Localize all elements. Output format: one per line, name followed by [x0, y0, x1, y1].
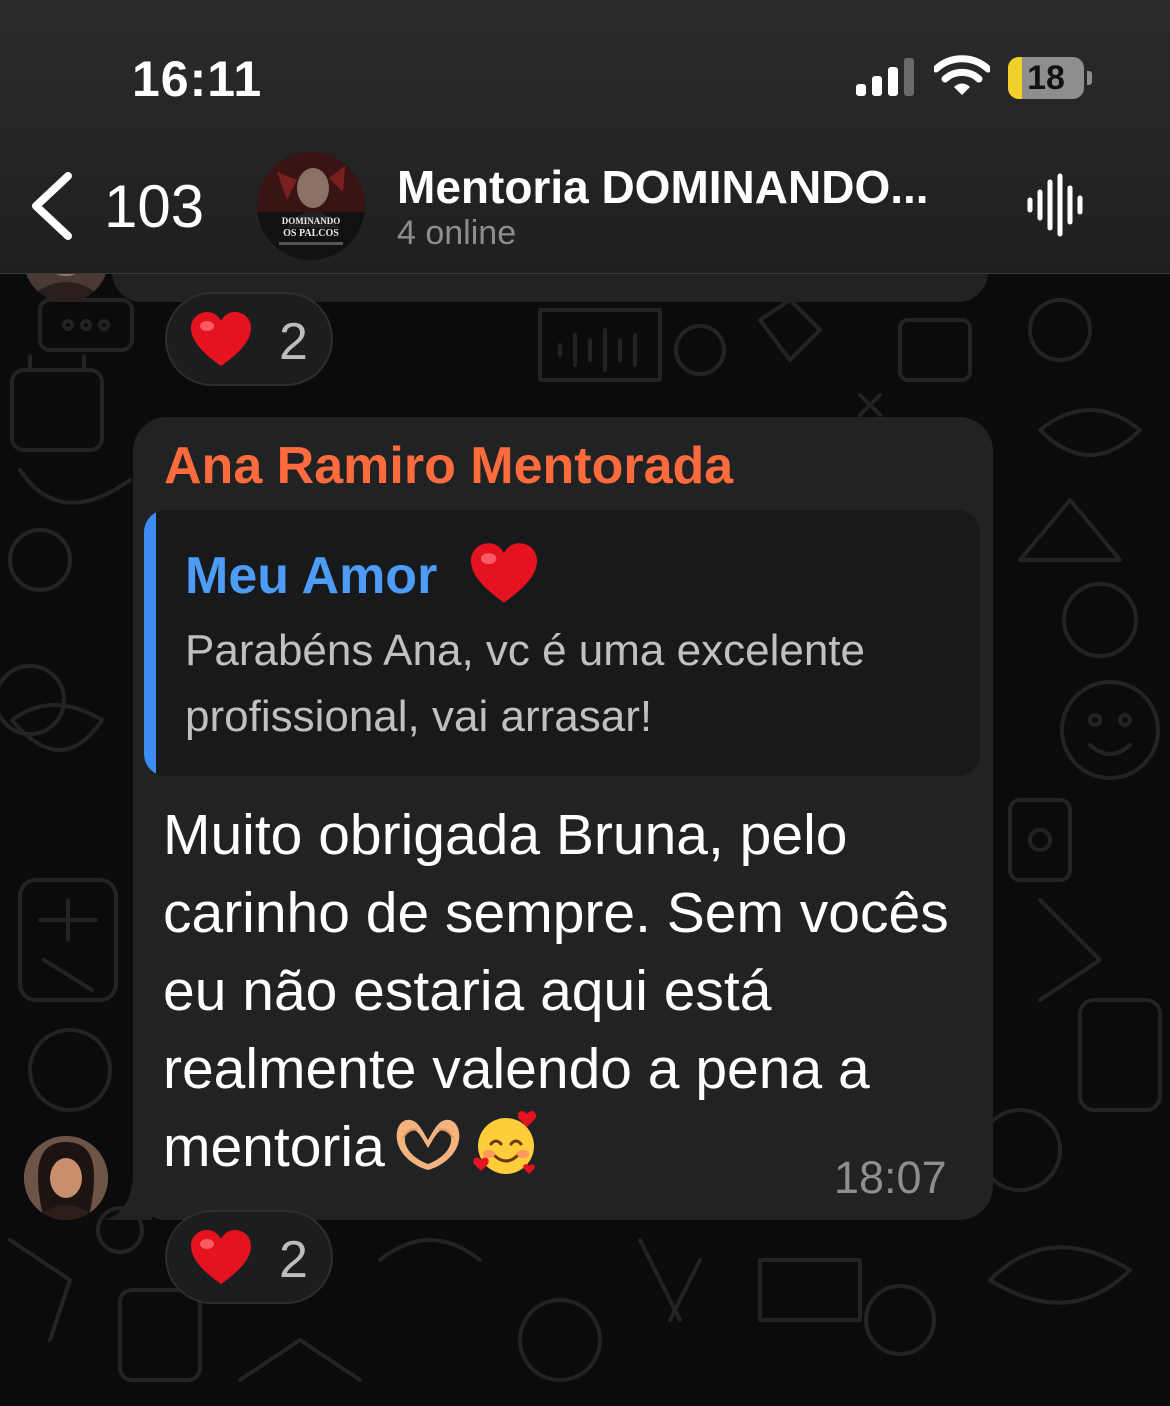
message-timestamp: 18:07	[834, 1152, 947, 1203]
heart-hands-emoji-icon	[396, 1119, 460, 1170]
reaction-count: 2	[279, 313, 308, 371]
unread-count: 103	[104, 173, 205, 240]
group-avatar[interactable]: DOMINANDO OS PALCOS	[257, 152, 365, 260]
avatar-text-line1: DOMINANDO	[282, 216, 341, 226]
previous-message-reaction[interactable]: 2	[165, 292, 333, 386]
heart-emoji-icon	[471, 543, 537, 603]
reply-quote[interactable]: Meu Amor Parabéns Ana, vc é uma excelent…	[144, 510, 980, 776]
group-title[interactable]: Mentoria DOMINANDO...	[397, 160, 929, 214]
battery-level: 18	[1027, 59, 1065, 97]
cellular-signal-icon	[856, 58, 914, 96]
sender-name[interactable]: Ana Ramiro Mentorada	[164, 436, 733, 496]
status-time: 16:11	[132, 51, 263, 107]
voice-chat-icon[interactable]	[1024, 172, 1088, 238]
reply-author-name: Meu Amor	[185, 547, 438, 605]
heart-emoji-icon	[191, 1230, 251, 1284]
group-online-status: 4 online	[397, 214, 517, 252]
message-reaction[interactable]: 2	[165, 1210, 333, 1304]
back-button[interactable]: 103	[22, 166, 222, 246]
heart-emoji-icon	[191, 312, 251, 366]
sender-avatar[interactable]	[24, 1136, 108, 1220]
wifi-icon	[934, 55, 990, 95]
chevron-left-icon	[32, 172, 72, 240]
smiling-face-with-hearts-emoji-icon	[473, 1111, 536, 1174]
reaction-count: 2	[279, 1231, 308, 1289]
message-text: Muito obrigada Bruna, pelo carinho de se…	[163, 803, 949, 1179]
battery-indicator: 18	[1008, 57, 1092, 99]
reply-quoted-text: Parabéns Ana, vc é uma excelente profiss…	[185, 626, 865, 741]
avatar-text-line2: OS PALCOS	[283, 228, 339, 239]
message-text-container: Muito obrigada Bruna, pelo carinho de se…	[163, 796, 963, 1186]
chat-header: 16:11 18 103 DOMINANDO OS PALCOS Mentori…	[0, 0, 1170, 274]
reply-accent-bar	[144, 510, 156, 776]
